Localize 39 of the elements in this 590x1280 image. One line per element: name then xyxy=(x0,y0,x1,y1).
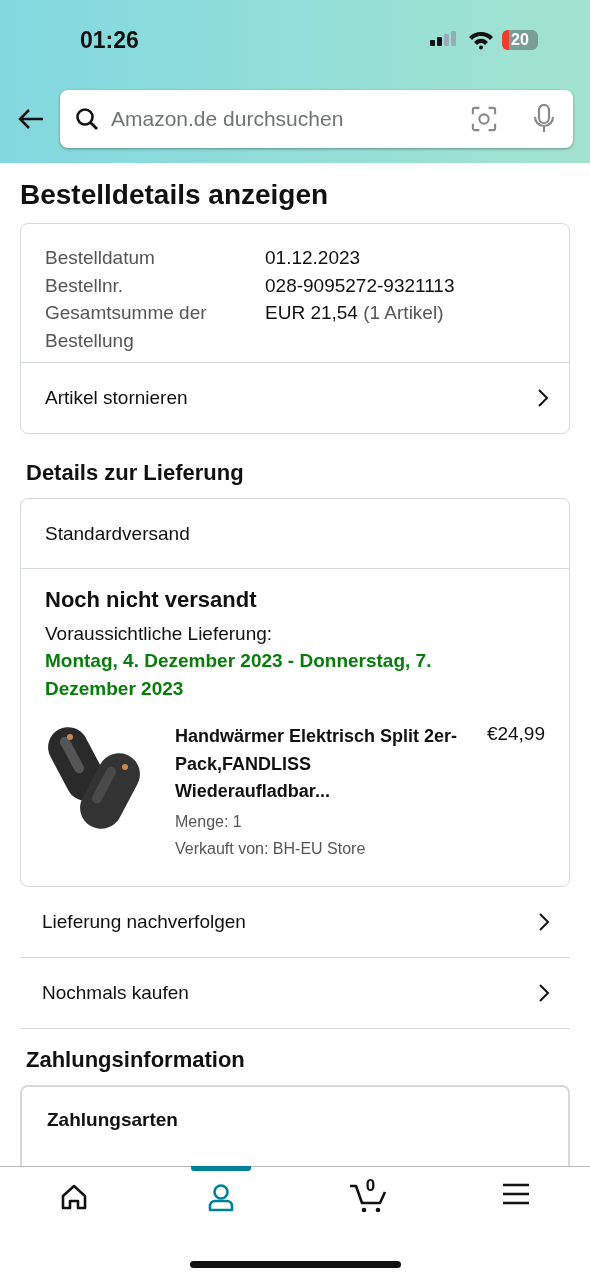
status-time: 01:26 xyxy=(80,26,139,54)
battery-icon: 20 xyxy=(502,30,538,50)
seller-text: Verkauft von: BH-EU Store xyxy=(175,838,367,859)
delivery-date: Montag, 4. Dezember 2023 - Donnerstag, 7. Dezember 2023 xyxy=(45,649,433,701)
action-row[interactable]: Lieferung nachverfolgen xyxy=(20,887,570,958)
delivery-label: Voraussichtliche Lieferung: xyxy=(45,622,274,646)
back-icon[interactable] xyxy=(17,107,45,131)
shipping-status: Noch nicht versandt xyxy=(45,587,258,613)
chevron-icon xyxy=(538,983,550,1003)
product-title[interactable]: Handwärmer Elektrisch Split 2er-Pack,FANDLISS Wiederaufladbar... xyxy=(175,723,467,806)
field-label: Gesamtsumme der Bestellung xyxy=(45,301,208,353)
cart-count: 0 xyxy=(365,1176,376,1196)
home-icon xyxy=(59,1183,88,1211)
wifi-icon xyxy=(468,30,494,50)
product-price: €24,99 xyxy=(486,723,545,745)
shipping-method: Standardversand xyxy=(21,499,569,569)
chevron-icon xyxy=(537,388,549,408)
field-value: 028-9095272-9321113 xyxy=(265,273,456,298)
menu-icon xyxy=(502,1183,531,1205)
action-row[interactable]: Nochmals kaufen xyxy=(20,958,570,1029)
search-field[interactable]: Amazon.de durchsuchen xyxy=(60,90,573,148)
field-label: Bestellnr. xyxy=(45,273,125,298)
quantity-text: Menge: 1 xyxy=(175,811,243,832)
camera-icon[interactable] xyxy=(471,106,497,132)
page-title: Bestelldetails anzeigen xyxy=(20,179,330,211)
cancel-row[interactable]: Artikel stornieren xyxy=(21,362,569,433)
section-heading: Zahlungsinformation xyxy=(26,1046,246,1073)
tab-item[interactable]: 0 xyxy=(295,1167,443,1233)
person-icon xyxy=(207,1183,236,1213)
field-label: Bestelldatum xyxy=(45,246,156,270)
chevron-icon xyxy=(538,912,550,932)
section-heading: Details zur Lieferung xyxy=(26,460,245,486)
row-label: Artikel stornieren xyxy=(45,387,188,409)
field-value: EUR 21,54 (1 Artikel) xyxy=(265,301,445,325)
field-value: 01.12.2023 xyxy=(265,246,362,270)
row-label: Lieferung nachverfolgen xyxy=(42,911,246,933)
card-title: Zahlungsarten xyxy=(47,1108,179,1131)
microphone-icon[interactable] xyxy=(533,104,555,134)
row-label: Nochmals kaufen xyxy=(42,982,189,1004)
